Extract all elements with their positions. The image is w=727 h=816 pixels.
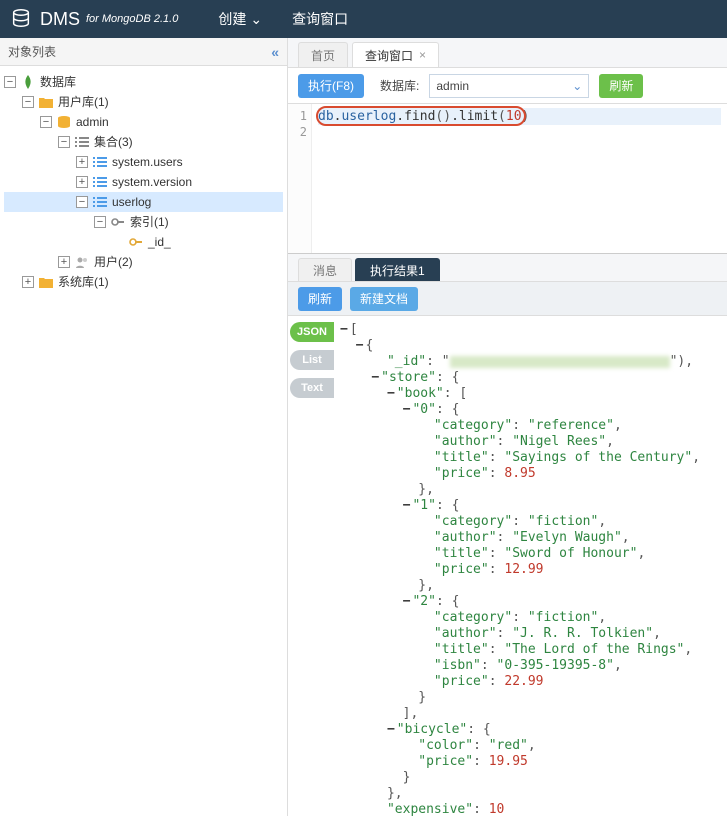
collapse-toggle[interactable]: − <box>94 216 106 228</box>
editor-line-1[interactable]: db.userlog.find().limit(10) <box>318 108 721 125</box>
blurred-id-value <box>450 356 670 368</box>
tree-userdb-group[interactable]: − 用户库(1) <box>4 92 283 112</box>
tree-db-admin[interactable]: − admin <box>4 112 283 132</box>
expand-toggle[interactable]: + <box>58 256 70 268</box>
refresh-button[interactable]: 刷新 <box>599 74 643 98</box>
expand-toggle[interactable]: + <box>76 176 88 188</box>
tree-coll-system-version[interactable]: + system.version <box>4 172 283 192</box>
database-select[interactable]: admin ⌄ <box>429 74 589 98</box>
code-editor[interactable]: 12 db.userlog.find().limit(10) <box>288 104 727 254</box>
tree-users-group[interactable]: + 用户(2) <box>4 252 283 272</box>
collapse-toggle[interactable]: − <box>40 116 52 128</box>
key-icon <box>128 237 144 247</box>
sidebar: 对象列表 « − 数据库 − 用户库(1) − admin <box>0 38 288 816</box>
json-output[interactable]: −[ −{ "_id": ""), −"store": { −"book": [… <box>336 316 727 816</box>
result-toolbar: 刷新 新建文档 <box>288 282 727 316</box>
folder-icon <box>38 276 54 288</box>
tab-query-window[interactable]: 查询窗口 × <box>352 42 439 67</box>
menu-query-window[interactable]: 查询窗口 <box>292 9 348 29</box>
tree-index-group[interactable]: − 索引(1) <box>4 212 283 232</box>
collapse-toggle[interactable]: − <box>4 76 16 88</box>
new-document-button[interactable]: 新建文档 <box>350 287 418 311</box>
query-toolbar: 执行(F8) 数据库: admin ⌄ 刷新 <box>288 68 727 104</box>
tree-coll-system-users[interactable]: + system.users <box>4 152 283 172</box>
editor-gutter: 12 <box>288 104 312 253</box>
tree-collections-group[interactable]: − 集合(3) <box>4 132 283 152</box>
collection-icon <box>92 156 108 168</box>
database-icon <box>56 115 72 129</box>
key-icon <box>110 217 126 227</box>
db-label: 数据库: <box>380 77 419 94</box>
top-bar: DMS for MongoDB 2.1.0 创建⌄ 查询窗口 <box>0 0 727 38</box>
collection-icon <box>92 196 108 208</box>
tree-coll-userlog[interactable]: − userlog <box>4 192 283 212</box>
view-mode-tabs: JSON List Text <box>288 316 336 816</box>
users-icon <box>74 256 90 268</box>
folder-icon <box>38 96 54 108</box>
view-list[interactable]: List <box>290 350 334 370</box>
app-name: DMS <box>40 9 80 30</box>
tree-root-databases[interactable]: − 数据库 <box>4 72 283 92</box>
collapse-sidebar-icon[interactable]: « <box>271 44 279 60</box>
list-icon <box>74 136 90 148</box>
collapse-toggle[interactable]: − <box>22 96 34 108</box>
result-refresh-button[interactable]: 刷新 <box>298 287 342 311</box>
collection-icon <box>92 176 108 188</box>
result-tabs: 消息 执行结果1 <box>288 254 727 282</box>
main-tabs: 首页 查询窗口 × <box>288 38 727 68</box>
chevron-down-icon: ⌄ <box>250 11 262 28</box>
result-body: JSON List Text −[ −{ "_id": ""), −"store… <box>288 316 727 816</box>
tab-messages[interactable]: 消息 <box>298 258 352 281</box>
execute-button[interactable]: 执行(F8) <box>298 74 364 98</box>
tab-home[interactable]: 首页 <box>298 42 348 67</box>
chevron-down-icon: ⌄ <box>572 79 582 93</box>
collapse-toggle[interactable]: − <box>58 136 70 148</box>
menu-create[interactable]: 创建⌄ <box>218 9 262 29</box>
object-tree: − 数据库 − 用户库(1) − admin − 集合(3) <box>0 66 287 816</box>
expand-toggle[interactable]: + <box>22 276 34 288</box>
collapse-toggle[interactable]: − <box>76 196 88 208</box>
expand-toggle[interactable]: + <box>76 156 88 168</box>
view-text[interactable]: Text <box>290 378 334 398</box>
tree-sysdb-group[interactable]: + 系统库(1) <box>4 272 283 292</box>
content-area: 首页 查询窗口 × 执行(F8) 数据库: admin ⌄ 刷新 12 db.u… <box>288 38 727 816</box>
view-json[interactable]: JSON <box>290 322 334 342</box>
sidebar-title: 对象列表 <box>8 43 56 60</box>
app-logo-icon <box>10 7 32 32</box>
mongodb-leaf-icon <box>20 75 36 89</box>
close-icon[interactable]: × <box>419 48 426 62</box>
sidebar-header: 对象列表 « <box>0 38 287 66</box>
tab-result-1[interactable]: 执行结果1 <box>355 258 440 281</box>
app-subtitle: for MongoDB 2.1.0 <box>86 13 178 25</box>
tree-index-id[interactable]: _id_ <box>4 232 283 252</box>
